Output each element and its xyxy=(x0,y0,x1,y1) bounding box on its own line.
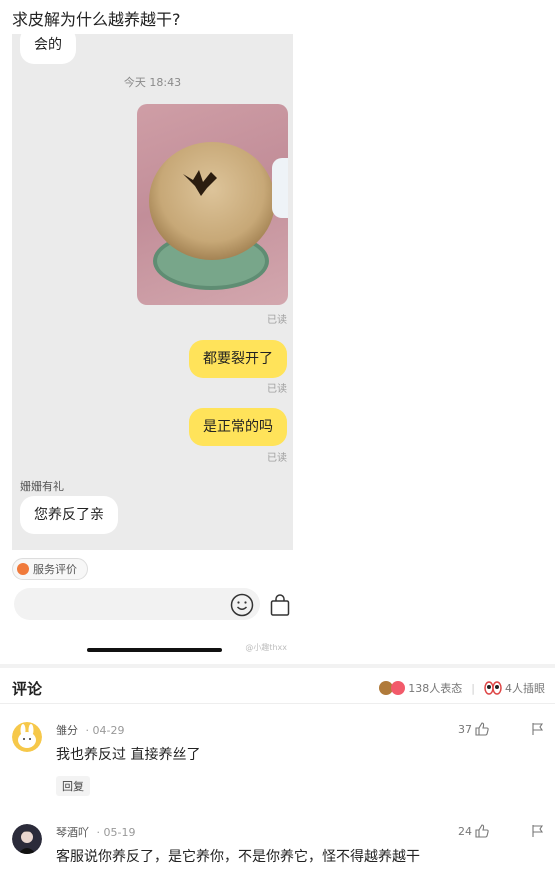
post-title: 求皮解为什么越养越干? xyxy=(12,10,181,29)
comment-date-value: 04-29 xyxy=(92,724,125,737)
read-receipt: 已读 xyxy=(267,453,287,464)
chat-message-input[interactable] xyxy=(14,588,260,620)
watermark: @小趣thxx xyxy=(245,643,287,652)
comment-date-value: 05-19 xyxy=(103,826,136,839)
reactions-summary[interactable]: 138人表态 | 4人插眼 xyxy=(379,680,545,696)
comments-title: 评论 xyxy=(12,680,43,698)
comment-item: 琴酒吖 · 05-19 24 客服说你养反了，是它养你，不是你养它，怪不得越养越… xyxy=(0,814,555,872)
avatar[interactable] xyxy=(12,824,42,854)
cup-shape xyxy=(272,158,288,218)
agent-name: 姗姗有礼 xyxy=(20,480,64,493)
like-count: 37 xyxy=(458,722,472,736)
separator: | xyxy=(471,681,475,695)
comment-user[interactable]: 雏分 · 04-29 xyxy=(56,722,124,738)
comment-text: 客服说你养反了，是它养你，不是你养它，怪不得越养越干 xyxy=(56,849,420,865)
comments-header: 评论 138人表态 | 4人插眼 xyxy=(0,672,555,704)
chat-bubble-user: 都要裂开了 xyxy=(189,340,287,378)
read-receipt: 已读 xyxy=(267,384,287,395)
like-button[interactable]: 37 xyxy=(458,722,489,736)
chat-bubble-user: 是正常的吗 xyxy=(189,408,287,446)
comment-username[interactable]: 雏分 xyxy=(56,724,78,737)
comment-date: · 05-19 xyxy=(96,826,136,839)
comment-text: 我也养反过 直接养丝了 xyxy=(56,747,201,763)
reactions-count: 138人表态 xyxy=(408,682,463,695)
service-rating-label: 服务评价 xyxy=(33,563,77,576)
stump-shape xyxy=(149,142,275,260)
comment-username[interactable]: 琴酒吖 xyxy=(56,826,89,839)
report-icon[interactable] xyxy=(531,722,545,736)
chat-input-bar: 服务评价 @小趣thxx xyxy=(12,550,293,654)
read-receipt: 已读 xyxy=(267,315,287,326)
chat-screenshot: 会的 今天 18:43 已读 都要裂开了 已读 是正常的吗 已读 姗姗有礼 您养… xyxy=(12,34,293,654)
like-button[interactable]: 24 xyxy=(458,824,489,838)
comment-date: · 04-29 xyxy=(85,724,125,737)
chat-bubble-agent: 您养反了亲 xyxy=(20,496,118,534)
reply-button[interactable]: 回复 xyxy=(56,776,90,796)
wood-stump-photo xyxy=(137,104,288,305)
heart-reaction-icon xyxy=(391,681,406,695)
avatar[interactable] xyxy=(12,722,42,752)
chat-bubble-agent: 会的 xyxy=(20,34,76,64)
emoji-icon[interactable] xyxy=(230,593,254,617)
eye-roll-count: 4人插眼 xyxy=(505,682,545,695)
rating-icon xyxy=(17,563,29,575)
crack-shape xyxy=(183,170,217,196)
thumbs-up-icon xyxy=(475,824,489,838)
shopping-bag-icon[interactable] xyxy=(268,593,292,617)
report-icon[interactable] xyxy=(531,824,545,838)
comment-user[interactable]: 琴酒吖 · 05-19 xyxy=(56,824,135,840)
service-rating-button[interactable]: 服务评价 xyxy=(12,558,88,580)
like-count: 24 xyxy=(458,824,472,838)
section-divider xyxy=(0,664,555,668)
chat-timestamp: 今天 18:43 xyxy=(123,76,182,89)
comment-item: 雏分 · 04-29 37 我也养反过 直接养丝了 回复 xyxy=(0,712,555,810)
home-indicator xyxy=(87,648,222,652)
eyes-icon xyxy=(484,681,502,695)
thumbs-up-icon xyxy=(475,722,489,736)
